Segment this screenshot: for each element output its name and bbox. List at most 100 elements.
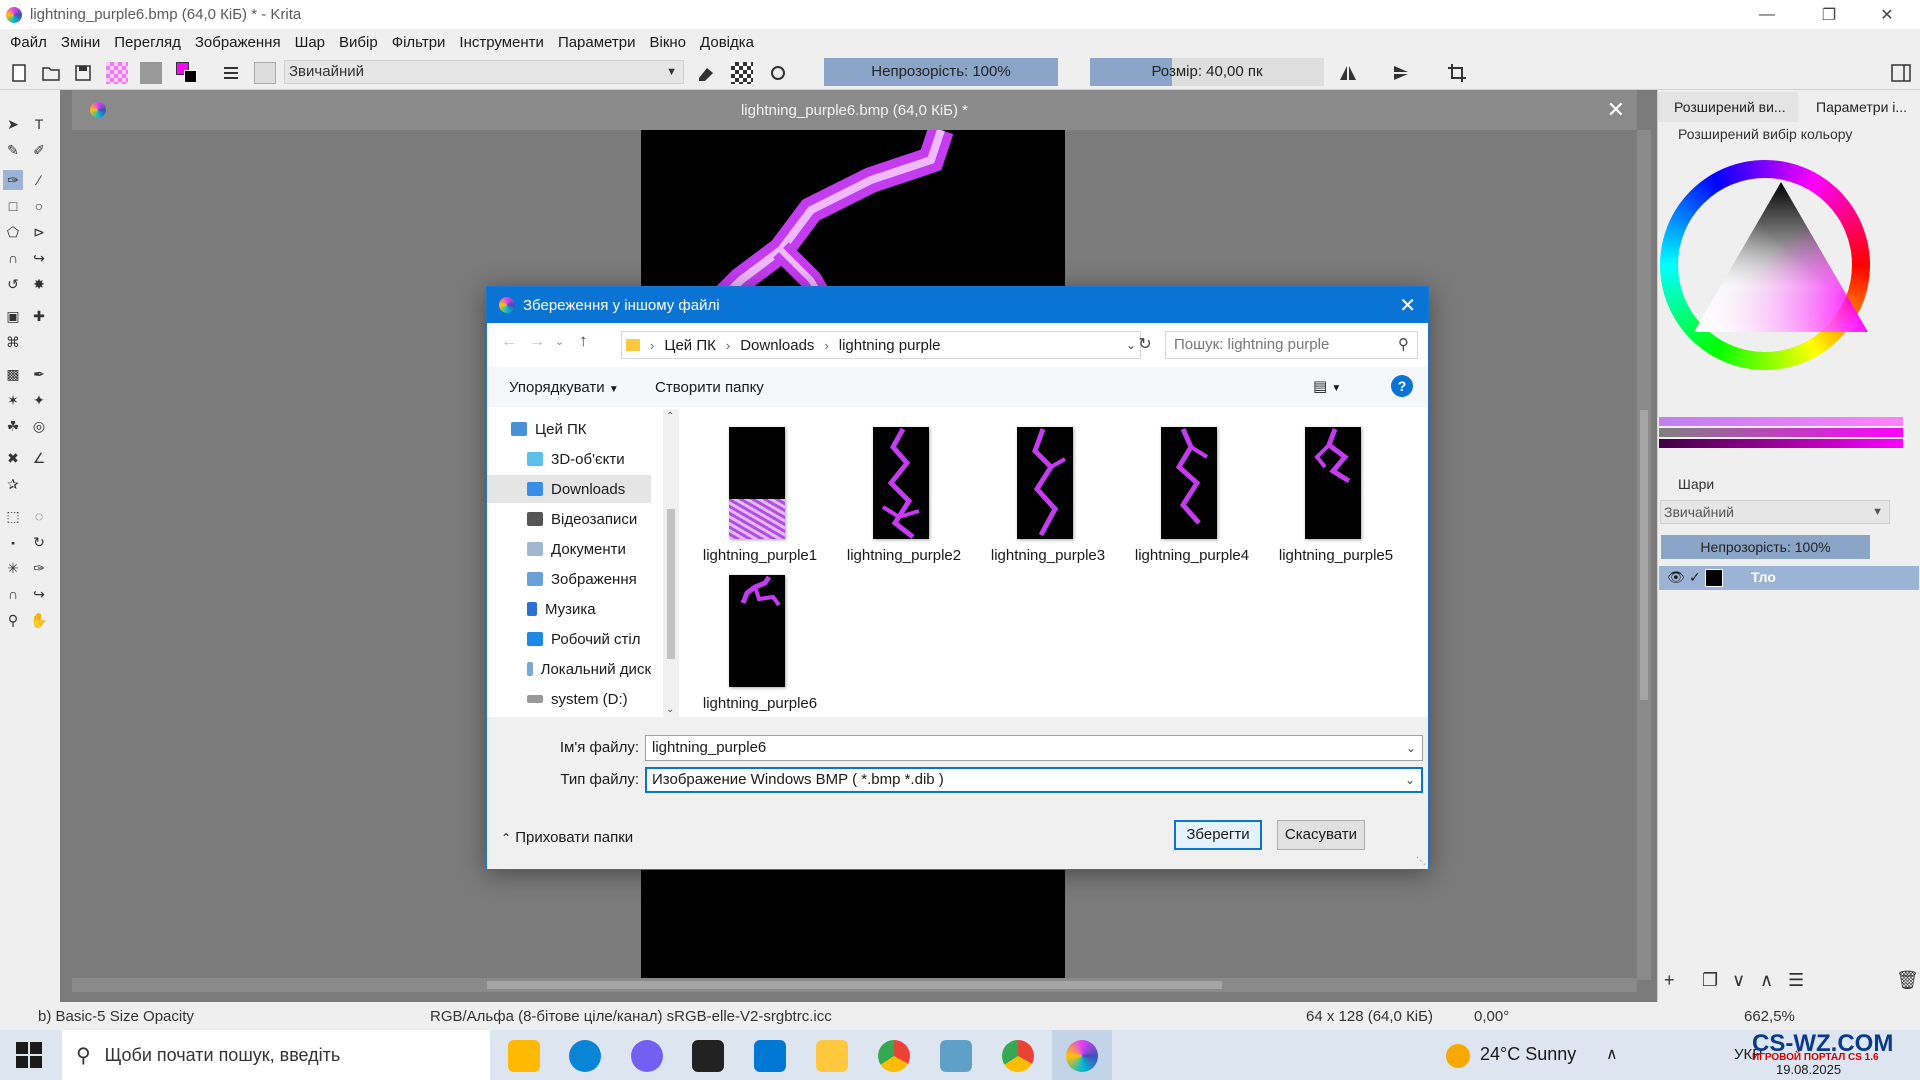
menu-file[interactable]: Файл — [10, 34, 47, 51]
value-slider[interactable] — [1659, 439, 1903, 448]
nav-item-documents[interactable]: Документи — [487, 535, 651, 563]
hide-folders-toggle[interactable]: ⌃ Приховати папки — [501, 829, 633, 846]
fg-bg-color-icon[interactable] — [176, 62, 198, 84]
brush-preset-select[interactable]: Звичайний ▼ — [284, 60, 684, 84]
mirror-horizontal-icon[interactable] — [1337, 62, 1359, 84]
select-shapes-tool-icon[interactable]: ➤ — [3, 114, 23, 134]
line-tool-icon[interactable]: ∕ — [29, 170, 49, 190]
eraser-icon[interactable] — [695, 62, 717, 84]
tray-chevron-icon[interactable]: ∧ — [1606, 1044, 1618, 1064]
save-icon[interactable] — [72, 62, 94, 84]
windows-start-icon[interactable] — [16, 1042, 42, 1068]
chrome-profile-icon[interactable] — [1002, 1040, 1034, 1072]
preserve-alpha-icon[interactable] — [731, 62, 753, 84]
nav-pane-scrollbar[interactable]: ⌃ ⌄ — [663, 409, 679, 717]
multibrush-tool-icon[interactable]: ✸ — [29, 274, 49, 294]
nav-item-pictures[interactable]: Зображення — [487, 565, 651, 593]
assistant-tool-icon[interactable]: ✖ — [3, 448, 23, 468]
outlook-icon[interactable] — [754, 1040, 786, 1072]
layer-row[interactable]: 👁 ✓ Тло — [1659, 566, 1919, 590]
menu-help[interactable]: Довідка — [700, 34, 754, 51]
solitaire-icon[interactable] — [692, 1040, 724, 1072]
recent-chevron-icon[interactable]: ⌄ — [555, 335, 564, 348]
enclose-fill-tool-icon[interactable]: ◎ — [29, 416, 49, 436]
bezier-selection-tool-icon[interactable]: ∩ — [3, 584, 23, 604]
resize-grip-icon[interactable]: ⋱ — [1416, 856, 1426, 867]
menu-edit[interactable]: Зміни — [61, 34, 100, 51]
crop-tool-icon[interactable]: ⌘ — [3, 332, 23, 352]
taskbar-date[interactable]: 19.08.2025 — [1776, 1062, 1841, 1077]
file-item[interactable]: lightning_purple5 — [1267, 421, 1405, 564]
ms-store-icon[interactable] — [508, 1040, 540, 1072]
menu-filters[interactable]: Фільтри — [392, 34, 446, 51]
similar-selection-tool-icon[interactable]: ✑ — [29, 558, 49, 578]
file-item[interactable]: lightning_purple3 — [979, 421, 1117, 564]
reference-tool-icon[interactable]: ✰ — [3, 474, 23, 494]
breadcrumb-downloads[interactable]: Downloads — [740, 337, 814, 354]
saturation-slider[interactable] — [1659, 428, 1903, 437]
chevron-down-icon[interactable]: ⌄ — [1406, 736, 1416, 760]
polyline-tool-icon[interactable]: ⊳ — [29, 222, 49, 242]
add-layer-icon[interactable]: + — [1664, 970, 1675, 991]
tab-tool-options[interactable]: Параметри і... — [1800, 92, 1920, 122]
smart-patch-tool-icon[interactable]: ✦ — [29, 390, 49, 410]
scroll-up-icon[interactable]: ⌃ — [666, 411, 674, 422]
help-icon[interactable]: ? — [1391, 375, 1413, 397]
nav-item-3d-objects[interactable]: 3D-об'єкти — [487, 445, 651, 473]
document-tab[interactable]: lightning_purple6.bmp (64,0 КіБ) * ✕ — [72, 90, 1637, 130]
duplicate-layer-icon[interactable]: ❐ — [1702, 970, 1718, 991]
freehand-path-tool-icon[interactable]: ↪ — [29, 248, 49, 268]
file-item[interactable]: lightning_purple4 — [1123, 421, 1261, 564]
hue-slider[interactable] — [1659, 417, 1903, 426]
menu-settings[interactable]: Параметри — [558, 34, 636, 51]
tab-advanced-color[interactable]: Розширений ви... — [1658, 92, 1798, 122]
rect-selection-tool-icon[interactable]: ⬚ — [3, 506, 23, 526]
nav-item-downloads[interactable]: Downloads — [487, 475, 651, 503]
polygon-selection-tool-icon[interactable]: ⬝ — [3, 532, 23, 552]
opacity-slider[interactable]: Непрозорість: 100% — [824, 58, 1058, 86]
close-window-button[interactable]: ✕ — [1858, 0, 1916, 29]
fill-tool-icon[interactable]: ☘ — [3, 416, 23, 436]
menu-select[interactable]: Вибір — [339, 34, 378, 51]
pan-tool-icon[interactable]: ✋ — [29, 610, 49, 630]
filename-input[interactable]: lightning_purple6 ⌄ — [645, 735, 1423, 761]
new-folder-button[interactable]: Створити папку — [655, 379, 764, 396]
new-document-icon[interactable] — [8, 62, 30, 84]
freehand-brush-tool-icon[interactable]: ✑ — [3, 170, 23, 190]
nav-item-music[interactable]: Музика — [487, 595, 651, 623]
open-folder-icon[interactable] — [40, 62, 62, 84]
panel-layout-icon[interactable] — [1890, 62, 1912, 84]
krita-task-active[interactable] — [1052, 1030, 1112, 1080]
polygon-tool-icon[interactable]: ⬠ — [3, 222, 23, 242]
address-bar[interactable]: › Цей ПК › Downloads › lightning purple … — [621, 331, 1141, 359]
contiguous-selection-tool-icon[interactable]: ✳ — [3, 558, 23, 578]
measure-tool-icon[interactable]: ∠ — [29, 448, 49, 468]
file-explorer-icon[interactable] — [816, 1040, 848, 1072]
scrollbar-thumb[interactable] — [487, 981, 1222, 989]
breadcrumb-current[interactable]: lightning purple — [839, 337, 941, 354]
save-button[interactable]: Зберегти — [1174, 820, 1262, 850]
viber-icon[interactable] — [631, 1040, 663, 1072]
move-up-icon[interactable]: ∧ — [1760, 970, 1773, 991]
canvas-horizontal-scrollbar[interactable] — [72, 978, 1637, 992]
gradient-tool-icon[interactable]: ▩ — [3, 364, 23, 384]
move-down-icon[interactable]: ∨ — [1732, 970, 1745, 991]
menu-layer[interactable]: Шар — [295, 34, 325, 51]
reload-preset-icon[interactable] — [767, 62, 789, 84]
minimize-button[interactable]: — — [1738, 0, 1796, 29]
chrome-icon[interactable] — [878, 1040, 910, 1072]
blend-mode-select[interactable]: Звичайний ▼ — [1660, 500, 1890, 524]
cancel-button[interactable]: Скасувати — [1277, 820, 1365, 850]
ellipse-tool-icon[interactable]: ○ — [29, 196, 49, 216]
breadcrumb-this-pc[interactable]: Цей ПК — [664, 337, 716, 354]
canvas-vertical-scrollbar[interactable] — [1637, 130, 1651, 980]
layer-properties-icon[interactable]: ☰ — [1788, 970, 1804, 991]
rectangle-tool-icon[interactable]: □ — [3, 196, 23, 216]
scroll-down-icon[interactable]: ⌄ — [666, 704, 674, 715]
gradient-pattern-icon[interactable] — [106, 62, 128, 84]
layer-opacity-slider[interactable]: Непрозорість: 100% — [1661, 535, 1870, 559]
dialog-close-icon[interactable]: ✕ — [1399, 293, 1416, 318]
brush-preset-icon[interactable] — [254, 62, 276, 84]
magnetic-selection-tool-icon[interactable]: ↪ — [29, 584, 49, 604]
wrap-around-icon[interactable] — [1446, 62, 1468, 84]
